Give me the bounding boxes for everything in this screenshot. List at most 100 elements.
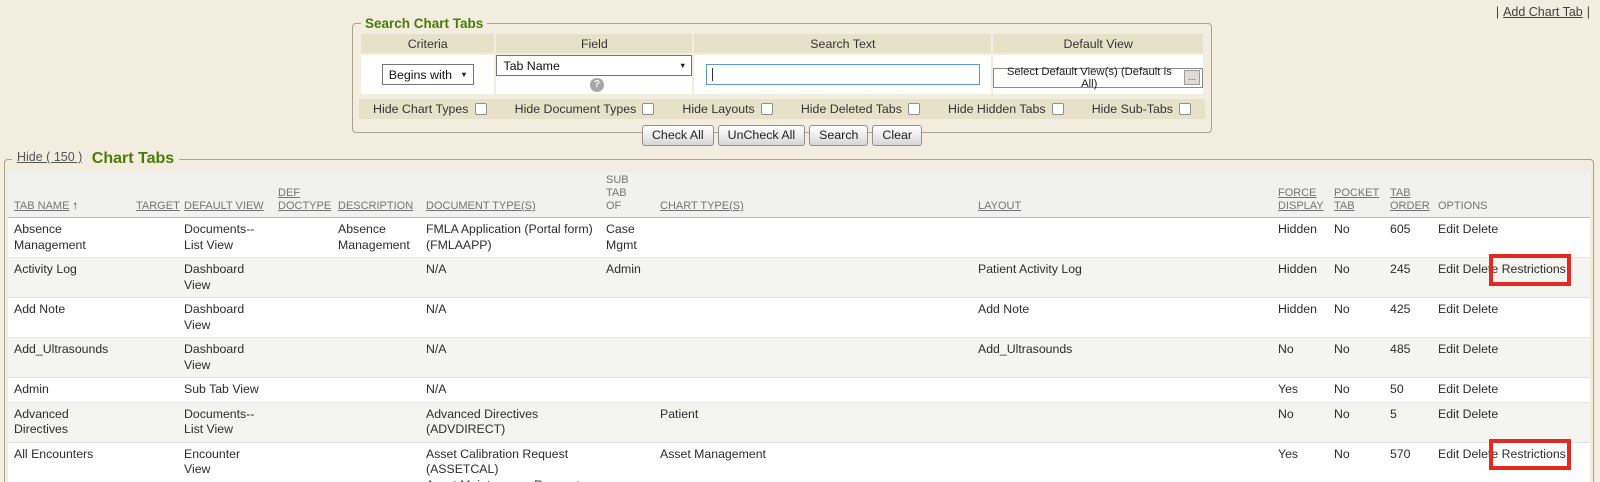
- default-view-cell: Select Default View(s) (Default is All) …: [993, 55, 1203, 94]
- edit-link[interactable]: Edit: [1438, 382, 1459, 396]
- help-icon[interactable]: ?: [590, 78, 604, 92]
- cell-options: Edit Delete: [1432, 378, 1590, 403]
- search-text-cell: [694, 55, 991, 94]
- checkbox[interactable]: [761, 103, 773, 115]
- sort-ascending-icon: ↑: [72, 200, 78, 212]
- cell-layout: Patient Activity Log: [972, 258, 1272, 298]
- column-header[interactable]: TAB NAME↑: [8, 172, 130, 218]
- ellipsis-button[interactable]: ...: [1184, 70, 1200, 85]
- add-chart-tab-link[interactable]: Add Chart Tab: [1503, 5, 1583, 19]
- delete-link[interactable]: Delete: [1463, 447, 1499, 461]
- delete-link[interactable]: Delete: [1463, 262, 1499, 276]
- restrictions-link[interactable]: Restrictions: [1502, 262, 1566, 278]
- cell-tab-order: 570: [1384, 442, 1432, 482]
- search-chart-tabs-panel: Search Chart Tabs Criteria Field Search …: [352, 16, 1212, 133]
- cell-default-view: Documents-- List View: [178, 218, 272, 258]
- filter-checkbox-item: Hide Hidden Tabs: [948, 102, 1064, 116]
- column-header-label[interactable]: LAYOUT: [978, 200, 1021, 212]
- cell-target: [130, 298, 178, 338]
- criteria-select-value: Begins with: [389, 68, 452, 82]
- cell-layout: [972, 402, 1272, 442]
- clear-button[interactable]: Clear: [872, 125, 922, 146]
- column-header[interactable]: DEF DOCTYPE: [272, 172, 332, 218]
- search-text-column-header: Search Text: [694, 34, 991, 53]
- column-header[interactable]: DOCUMENT TYPE(S): [420, 172, 600, 218]
- column-header[interactable]: DEFAULT VIEW: [178, 172, 272, 218]
- cell-def-doctype: [272, 298, 332, 338]
- column-header[interactable]: CHART TYPE(S): [654, 172, 972, 218]
- cell-pocket-tab: No: [1328, 218, 1384, 258]
- cell-options: Edit Delete Restrictions: [1432, 258, 1590, 298]
- cell-layout: Add Note: [972, 298, 1272, 338]
- search-button[interactable]: Search: [809, 125, 868, 146]
- cell-def-doctype: [272, 378, 332, 403]
- cell-pocket-tab: No: [1328, 442, 1384, 482]
- edit-link[interactable]: Edit: [1438, 262, 1459, 276]
- delete-link[interactable]: Delete: [1463, 407, 1499, 421]
- checkbox[interactable]: [475, 103, 487, 115]
- column-header-label[interactable]: DEFAULT VIEW: [184, 200, 264, 212]
- hide-count-link[interactable]: Hide ( 150 ): [17, 150, 82, 164]
- form-buttons: Check AllUnCheck AllSearchClear: [359, 125, 1205, 146]
- cell-sub-tab-of: [600, 442, 654, 482]
- edit-link[interactable]: Edit: [1438, 407, 1459, 421]
- column-header[interactable]: POCKET TAB: [1328, 172, 1384, 218]
- uncheck-all-button[interactable]: UnCheck All: [718, 125, 806, 146]
- delete-link[interactable]: Delete: [1463, 382, 1499, 396]
- delete-link[interactable]: Delete: [1463, 342, 1499, 356]
- filter-checkbox-item: Hide Sub-Tabs: [1092, 102, 1191, 116]
- default-view-picker[interactable]: Select Default View(s) (Default is All) …: [993, 68, 1203, 88]
- edit-link[interactable]: Edit: [1438, 342, 1459, 356]
- checkbox[interactable]: [908, 103, 920, 115]
- column-header: OPTIONS: [1432, 172, 1590, 218]
- cell-sub-tab-of: Admin: [600, 258, 654, 298]
- cell-force-display: Hidden: [1272, 258, 1328, 298]
- restrictions-link[interactable]: Restrictions: [1502, 447, 1566, 463]
- delete-link[interactable]: Delete: [1463, 222, 1499, 236]
- column-header-label[interactable]: POCKET TAB: [1334, 187, 1379, 212]
- checkbox[interactable]: [642, 103, 654, 115]
- column-header-label[interactable]: DOCUMENT TYPE(S): [426, 200, 536, 212]
- filters-strip: Hide Chart Types Hide Document Types Hide …: [359, 99, 1205, 119]
- edit-link[interactable]: Edit: [1438, 222, 1459, 236]
- cell-tab-name: All Encounters: [8, 442, 130, 482]
- field-select[interactable]: Tab Name ▼: [496, 55, 692, 76]
- column-header-label[interactable]: DESCRIPTION: [338, 200, 413, 212]
- cell-chart-types: [654, 258, 972, 298]
- checkbox[interactable]: [1179, 103, 1191, 115]
- cell-tab-order: 425: [1384, 298, 1432, 338]
- search-input[interactable]: [706, 64, 980, 85]
- cell-pocket-tab: No: [1328, 402, 1384, 442]
- column-header-label[interactable]: TARGET: [136, 200, 180, 212]
- table-row: All EncountersEncounter ViewAsset Calibr…: [8, 442, 1590, 482]
- column-header[interactable]: FORCE DISPLAY: [1272, 172, 1328, 218]
- checkbox[interactable]: [1052, 103, 1064, 115]
- edit-link[interactable]: Edit: [1438, 447, 1459, 461]
- chevron-down-icon: ▼: [679, 61, 686, 70]
- column-header[interactable]: TAB ORDER: [1384, 172, 1432, 218]
- edit-link[interactable]: Edit: [1438, 302, 1459, 316]
- column-header-label[interactable]: TAB NAME: [14, 200, 69, 212]
- default-view-picker-label: Select Default View(s) (Default is All): [998, 66, 1180, 90]
- column-header-label[interactable]: FORCE DISPLAY: [1278, 187, 1324, 212]
- column-header-label[interactable]: DEF DOCTYPE: [278, 187, 331, 212]
- column-header-label: SUB TAB OF: [606, 174, 629, 212]
- filter-checkbox-item: Hide Chart Types: [373, 102, 487, 116]
- column-header[interactable]: DESCRIPTION: [332, 172, 420, 218]
- check-all-button[interactable]: Check All: [642, 125, 714, 146]
- column-header-label[interactable]: TAB ORDER: [1390, 187, 1430, 212]
- column-header[interactable]: LAYOUT: [972, 172, 1272, 218]
- cell-force-display: No: [1272, 338, 1328, 378]
- column-header-label[interactable]: CHART TYPE(S): [660, 200, 744, 212]
- column-header[interactable]: TARGET: [130, 172, 178, 218]
- cell-document-types: N/A: [420, 338, 600, 378]
- filter-label: Hide Document Types: [515, 102, 637, 116]
- filter-label: Hide Layouts: [682, 102, 754, 116]
- delete-link[interactable]: Delete: [1463, 302, 1499, 316]
- cell-default-view: Dashboard View: [178, 338, 272, 378]
- cell-tab-order: 5: [1384, 402, 1432, 442]
- criteria-select[interactable]: Begins with ▼: [382, 64, 474, 85]
- table-row: Add NoteDashboard ViewN/AAdd NoteHiddenN…: [8, 298, 1590, 338]
- cell-options: Edit Delete: [1432, 298, 1590, 338]
- table-row: Activity LogDashboard ViewN/AAdminPatien…: [8, 258, 1590, 298]
